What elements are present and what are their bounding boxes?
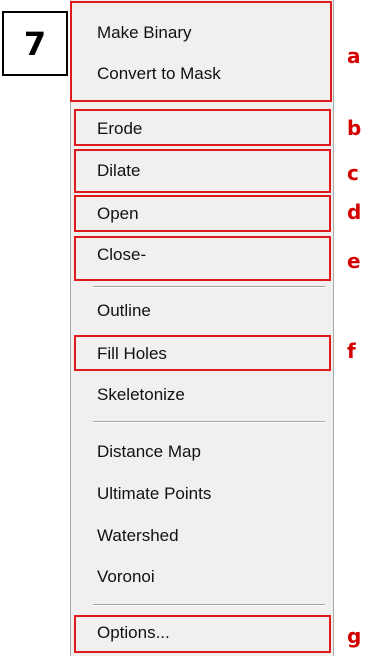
highlight-box-f: [74, 335, 331, 371]
menu-item-skeletonize[interactable]: Skeletonize: [97, 385, 185, 405]
menu-item-watershed[interactable]: Watershed: [97, 526, 179, 546]
highlight-box-e: [74, 236, 331, 281]
highlight-box-g: [74, 615, 331, 653]
highlight-box-c: [74, 149, 331, 193]
annotation-letter-b: b: [347, 116, 362, 140]
step-number-label: 7: [2, 11, 68, 76]
highlight-box-a: [70, 1, 332, 102]
annotation-letter-g: g: [347, 624, 362, 648]
menu-item-outline[interactable]: Outline: [97, 301, 151, 321]
menu-separator: [93, 421, 325, 423]
menu-item-ultimate-points[interactable]: Ultimate Points: [97, 484, 211, 504]
highlight-box-d: [74, 195, 331, 232]
menu-separator: [93, 286, 325, 288]
annotation-letter-c: c: [347, 161, 359, 185]
annotation-letter-e: e: [347, 249, 361, 273]
menu-item-voronoi[interactable]: Voronoi: [97, 567, 155, 587]
menu-separator: [93, 604, 325, 606]
annotation-letter-a: a: [347, 44, 361, 68]
annotation-letter-f: f: [347, 339, 356, 363]
highlight-box-b: [74, 109, 331, 146]
annotation-letter-d: d: [347, 200, 362, 224]
menu-item-distance-map[interactable]: Distance Map: [97, 442, 201, 462]
